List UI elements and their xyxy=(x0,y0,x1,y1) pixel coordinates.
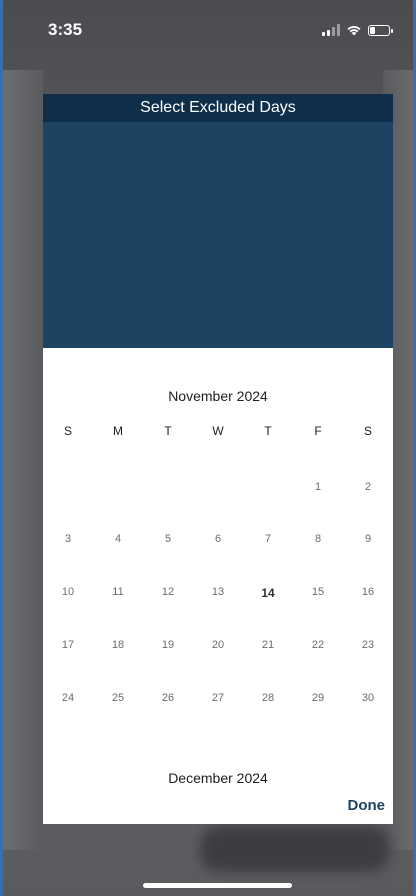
calendar-day[interactable]: 17 xyxy=(43,639,93,651)
calendar-day[interactable]: 21 xyxy=(243,639,293,651)
home-indicator xyxy=(143,883,292,888)
calendar-day[interactable]: 9 xyxy=(343,533,393,545)
calendar-day[interactable]: 4 xyxy=(93,533,143,545)
calendar-day[interactable]: 30 xyxy=(343,692,393,704)
weekday-label: F xyxy=(314,424,322,438)
calendar-day[interactable]: 5 xyxy=(143,533,193,545)
calendar-day[interactable]: 7 xyxy=(243,533,293,545)
calendar-day[interactable]: 29 xyxy=(293,692,343,704)
background-blur-bottom xyxy=(200,826,390,872)
calendar-day[interactable]: 26 xyxy=(143,692,193,704)
modal-header: Select Excluded Days xyxy=(43,94,393,122)
modal-title: Select Excluded Days xyxy=(140,99,296,116)
calendar-day[interactable]: 6 xyxy=(193,533,243,545)
weekday-label: W xyxy=(212,424,224,438)
battery-icon xyxy=(368,25,393,36)
calendar-day[interactable]: 1 xyxy=(293,481,343,493)
calendar-day[interactable]: 15 xyxy=(293,586,343,598)
excluded-days-modal: Select Excluded Days November 2024 S M T W T… xyxy=(43,94,393,824)
background-blur-left xyxy=(3,70,43,850)
month-title-next: December 2024 xyxy=(168,770,268,786)
calendar-day-today[interactable]: 14 xyxy=(243,586,293,600)
calendar-day[interactable]: 23 xyxy=(343,639,393,651)
calendar-day[interactable]: 24 xyxy=(43,692,93,704)
calendar-day[interactable]: 3 xyxy=(43,533,93,545)
calendar-day[interactable]: 8 xyxy=(293,533,343,545)
weekday-label: M xyxy=(113,424,123,438)
picker-background xyxy=(43,122,393,348)
cellular-signal-icon xyxy=(322,24,340,36)
calendar-day[interactable]: 18 xyxy=(93,639,143,651)
status-icons xyxy=(322,24,393,36)
month-title-current: November 2024 xyxy=(168,388,268,404)
calendar-day[interactable]: 28 xyxy=(243,692,293,704)
weekday-label: S xyxy=(363,424,372,438)
calendar-day[interactable]: 27 xyxy=(193,692,243,704)
calendar-day[interactable]: 25 xyxy=(93,692,143,704)
calendar-day[interactable]: 16 xyxy=(343,586,393,598)
calendar-day[interactable]: 13 xyxy=(193,586,243,598)
calendar-day[interactable]: 19 xyxy=(143,639,193,651)
calendar-day[interactable]: 20 xyxy=(193,639,243,651)
calendar-day[interactable]: 22 xyxy=(293,639,343,651)
weekday-label: T xyxy=(164,424,172,438)
status-time: 3:35 xyxy=(48,20,83,39)
calendar-day[interactable]: 2 xyxy=(343,481,393,493)
status-bar: 3:35 xyxy=(0,0,416,60)
weekday-label: S xyxy=(63,424,72,438)
weekday-header-row: SMTWTFS xyxy=(43,424,393,444)
calendar-day[interactable]: 12 xyxy=(143,586,193,598)
wifi-icon xyxy=(347,25,361,36)
done-button[interactable]: Done xyxy=(348,797,386,814)
calendar: November 2024 SMTWTFS 1 2 3 4 5 6 7 8 9 10 11 12 13 1… xyxy=(43,348,393,824)
calendar-day[interactable]: 10 xyxy=(43,586,93,598)
weekday-label: T xyxy=(264,424,272,438)
calendar-day[interactable]: 11 xyxy=(93,586,143,598)
